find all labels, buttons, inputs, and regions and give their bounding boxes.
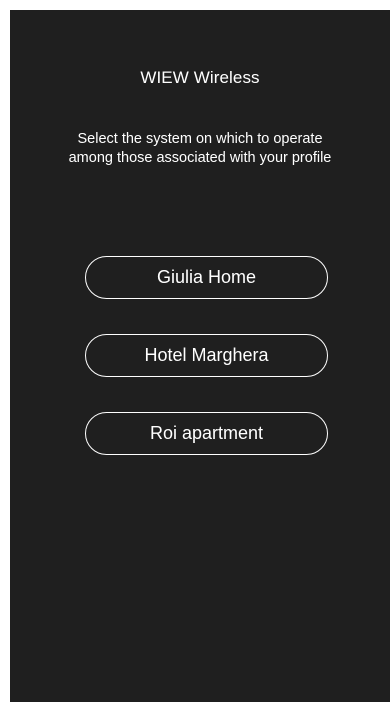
instructions-line-2: among those associated with your profile: [68, 150, 332, 166]
system-button-giulia-home[interactable]: Giulia Home: [85, 256, 328, 299]
instructions-line-1: Select the system on which to operate: [77, 131, 323, 147]
app-screen: WIEW Wireless Select the system on which…: [10, 10, 390, 702]
system-list: Giulia Home Hotel Marghera Roi apartment: [85, 256, 328, 455]
system-button-hotel-marghera[interactable]: Hotel Marghera: [85, 334, 328, 377]
system-button-label: Giulia Home: [156, 267, 257, 287]
system-button-roi-apartment[interactable]: Roi apartment: [85, 412, 328, 455]
instructions-text: Select the system on which to operate am…: [10, 130, 390, 168]
system-button-label: Hotel Marghera: [144, 345, 269, 365]
app-title: WIEW Wireless: [140, 68, 260, 87]
system-button-label: Roi apartment: [149, 423, 264, 443]
